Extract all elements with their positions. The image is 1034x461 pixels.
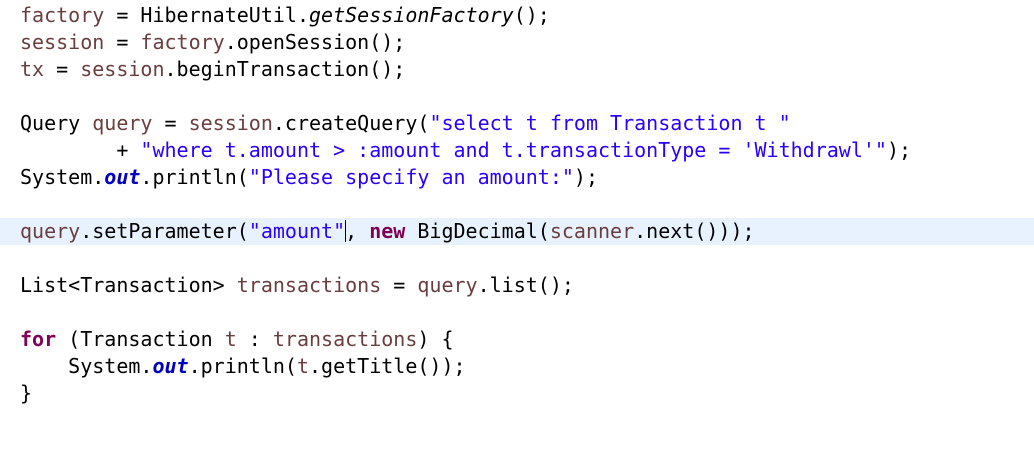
code-token: .setParameter( [80, 219, 249, 243]
code-token: scanner [549, 219, 635, 243]
code-line[interactable]: } [0, 380, 1034, 407]
code-token: session [80, 57, 165, 81]
code-line[interactable]: + "where t.amount > :amount and t.transa… [0, 137, 1034, 164]
code-line[interactable]: System.out.println("Please specify an am… [0, 164, 1034, 191]
code-token: BigDecimal( [405, 219, 550, 243]
code-token: t [224, 327, 237, 351]
code-token: session [188, 111, 273, 135]
code-token: .beginTransaction(); [164, 57, 406, 81]
code-token: System. [20, 165, 105, 189]
code-token: factory [140, 30, 225, 54]
code-token: "select t from Transaction t " [429, 111, 791, 135]
code-token: + [20, 138, 141, 162]
code-token: = [381, 273, 418, 297]
code-token: ); [886, 138, 912, 162]
code-token: "where t.amount > :amount and t.transact… [140, 138, 887, 162]
code-token: , [345, 219, 370, 243]
code-token: .next())); [634, 219, 755, 243]
code-token: Query [20, 111, 93, 135]
code-line[interactable]: session = factory.openSession(); [0, 29, 1034, 56]
code-token: = HibernateUtil. [104, 3, 309, 27]
code-editor[interactable]: factory = HibernateUtil.getSessionFactor… [0, 0, 1034, 430]
code-token: = [44, 57, 81, 81]
code-token: = [152, 111, 189, 135]
code-token: List<Transaction> [20, 273, 237, 297]
code-token: new [369, 219, 406, 243]
code-token: (); [513, 3, 550, 27]
code-line[interactable]: tx = session.beginTransaction(); [0, 56, 1034, 83]
current-code-line[interactable]: query.setParameter("amount", new BigDeci… [0, 218, 1034, 245]
code-token: transactions [236, 273, 382, 297]
code-token: session [20, 30, 105, 54]
code-token: "Please specify an amount:" [248, 165, 574, 189]
code-line[interactable]: factory = HibernateUtil.getSessionFactor… [0, 2, 1034, 29]
code-token: t [296, 354, 309, 378]
code-token: out [152, 354, 189, 378]
code-token: out [104, 165, 141, 189]
code-token: .createQuery( [272, 111, 430, 135]
code-token: ) { [417, 327, 454, 351]
code-line[interactable]: List<Transaction> transactions = query.l… [0, 272, 1034, 299]
code-token: .getTitle()); [309, 354, 466, 378]
code-token: "amount" [248, 219, 346, 243]
code-token: getSessionFactory [309, 3, 514, 27]
code-token: query [20, 219, 81, 243]
code-token: } [20, 381, 33, 405]
code-token: System. [20, 354, 153, 378]
code-token: for [20, 327, 57, 351]
code-line[interactable]: Query query = session.createQuery("selec… [0, 110, 1034, 137]
code-token: .openSession(); [224, 30, 406, 54]
code-token: = [104, 30, 141, 54]
code-token: query [417, 273, 478, 297]
code-token: .list(); [477, 273, 574, 297]
code-token: .println( [188, 354, 297, 378]
code-token: : [236, 327, 273, 351]
code-token: tx [20, 57, 45, 81]
code-token: factory [20, 3, 105, 27]
code-token: (Transaction [56, 327, 225, 351]
code-token: .println( [140, 165, 249, 189]
code-line[interactable]: System.out.println(t.getTitle()); [0, 353, 1034, 380]
code-token: ); [573, 165, 598, 189]
code-token: transactions [272, 327, 418, 351]
code-token: query [92, 111, 153, 135]
code-line[interactable]: for (Transaction t : transactions) { [0, 326, 1034, 353]
